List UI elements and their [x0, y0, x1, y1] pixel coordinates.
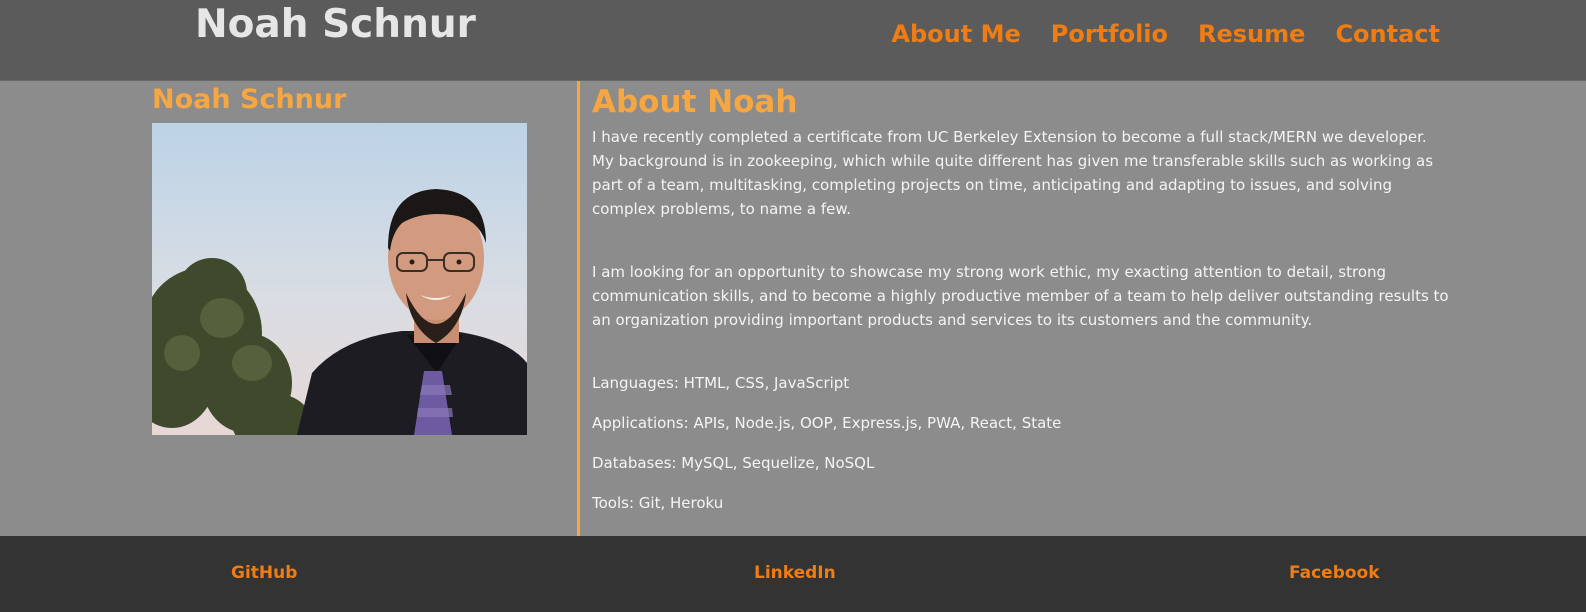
nav-about-me[interactable]: About Me — [891, 17, 1020, 51]
profile-column: Noah Schnur — [152, 81, 552, 435]
about-title: About Noah — [592, 84, 798, 120]
profile-name: Noah Schnur — [152, 84, 347, 115]
skills-databases: Databases: MySQL, Sequelize, NoSQL — [592, 454, 875, 472]
main-content: Noah Schnur About Noah I have recently c… — [0, 81, 1586, 536]
about-column: About Noah I have recently completed a c… — [592, 81, 1452, 512]
nav-portfolio[interactable]: Portfolio — [1051, 17, 1168, 51]
footer-link-linkedin[interactable]: LinkedIn — [754, 562, 836, 584]
main-nav: About Me Portfolio Resume Contact — [891, 17, 1440, 51]
about-paragraph-2: I am looking for an opportunity to showc… — [592, 263, 1449, 329]
skills-languages: Languages: HTML, CSS, JavaScript — [592, 374, 850, 392]
column-divider — [577, 81, 580, 536]
about-paragraph-1: I have recently completed a certificate … — [592, 128, 1434, 218]
footer-link-github[interactable]: GitHub — [231, 562, 297, 584]
site-footer: GitHub LinkedIn Facebook — [0, 536, 1586, 612]
site-title: Noah Schnur — [195, 2, 476, 47]
skills-tools: Tools: Git, Heroku — [592, 494, 724, 512]
nav-contact[interactable]: Contact — [1335, 17, 1440, 51]
footer-link-facebook[interactable]: Facebook — [1289, 562, 1380, 584]
skills-applications: Applications: APIs, Node.js, OOP, Expres… — [592, 414, 1062, 432]
profile-photo — [152, 123, 527, 435]
nav-resume[interactable]: Resume — [1198, 17, 1305, 51]
site-header: Noah Schnur About Me Portfolio Resume Co… — [0, 0, 1586, 81]
